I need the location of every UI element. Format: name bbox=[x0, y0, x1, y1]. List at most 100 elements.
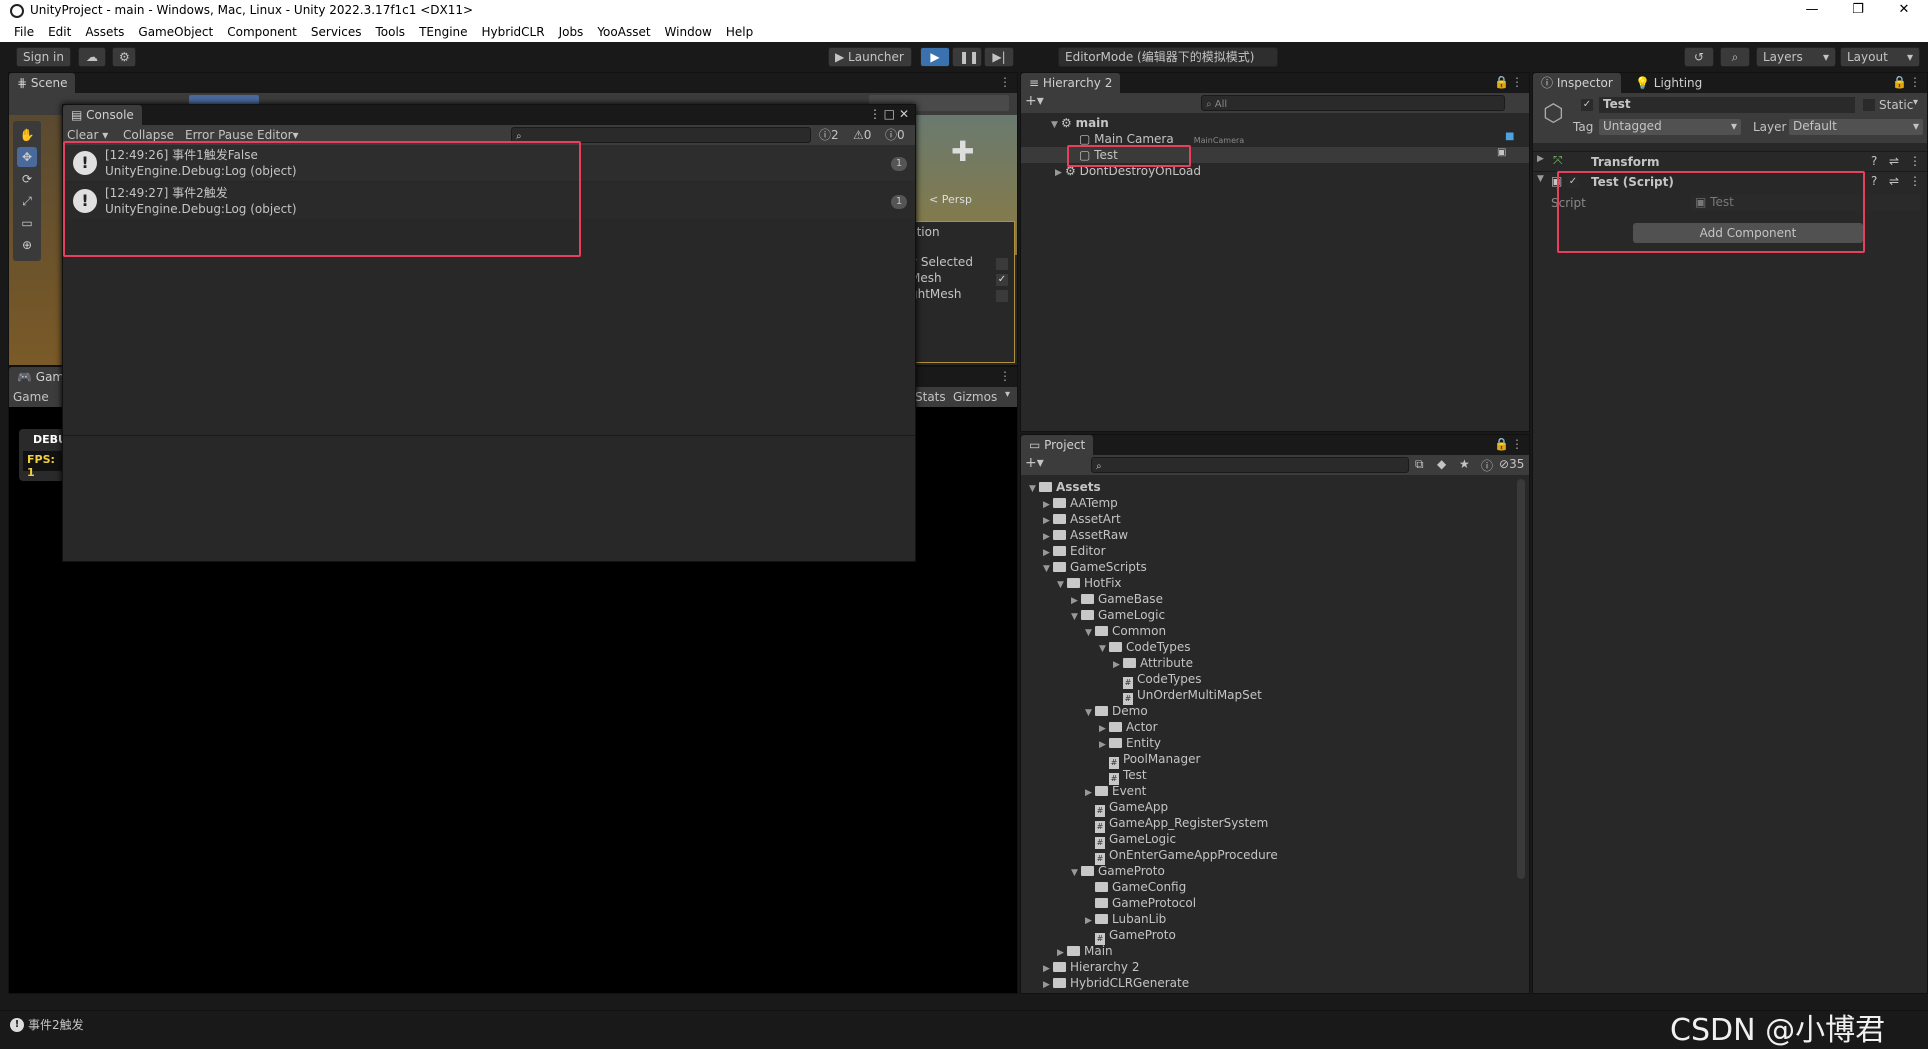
overlay-checkbox[interactable] bbox=[996, 290, 1008, 302]
gizmos-button[interactable]: Gizmos bbox=[953, 389, 997, 405]
project-tree-item[interactable]: # PoolManager bbox=[1099, 751, 1200, 769]
game-display-label[interactable]: Game bbox=[13, 389, 49, 405]
help-icon[interactable]: ? bbox=[1871, 174, 1877, 188]
add-icon[interactable]: +▾ bbox=[1025, 93, 1044, 109]
expand-arrow-icon[interactable]: ▼ bbox=[1537, 174, 1547, 184]
expand-arrow-icon[interactable]: ▶ bbox=[1537, 154, 1547, 164]
project-tree-item[interactable]: ▶ AATemp bbox=[1043, 495, 1118, 511]
project-tree-item[interactable]: ▶ Attribute bbox=[1113, 655, 1193, 671]
object-name-field[interactable]: Test bbox=[1599, 97, 1855, 113]
more-icon[interactable]: ⋮ bbox=[1511, 75, 1523, 89]
maximize-icon[interactable]: □ bbox=[884, 107, 895, 121]
filter-type-icon[interactable]: ⧉ bbox=[1415, 457, 1424, 472]
project-tree-item[interactable]: ▼ GameScripts bbox=[1043, 559, 1147, 575]
cloud-icon[interactable]: ☁ bbox=[78, 47, 106, 67]
chevron-down-icon[interactable]: ▾ bbox=[1005, 389, 1010, 400]
project-tree-item[interactable]: ▶ Actor bbox=[1099, 719, 1158, 735]
lock-icon[interactable]: 🔒 bbox=[1892, 75, 1907, 89]
menu-gameobject[interactable]: GameObject bbox=[138, 25, 213, 39]
lock-icon[interactable]: 🔒 bbox=[1494, 75, 1509, 89]
project-tree-item[interactable]: ▼ Common bbox=[1085, 623, 1166, 639]
layout-dropdown[interactable]: Layout ▾ bbox=[1840, 47, 1920, 67]
history-icon[interactable]: ↺ bbox=[1684, 47, 1714, 67]
tab-scene[interactable]: ⋕ Scene bbox=[9, 73, 76, 93]
project-tree-item[interactable]: # OnEnterGameAppProcedure bbox=[1085, 847, 1278, 865]
menu-assets[interactable]: Assets bbox=[85, 25, 124, 39]
overlay-checkbox-checked[interactable]: ✓ bbox=[996, 274, 1008, 286]
tab-console[interactable]: ▤ Console bbox=[63, 105, 142, 125]
project-tree-item[interactable]: ▼ HotFix bbox=[1057, 575, 1122, 591]
preset-icon[interactable]: ⇌ bbox=[1889, 154, 1899, 168]
project-tree-item[interactable]: # GameLogic bbox=[1085, 831, 1176, 849]
expand-arrow-icon[interactable]: ▼ bbox=[1071, 865, 1081, 881]
overlay-checkbox[interactable] bbox=[996, 258, 1008, 270]
menu-file[interactable]: File bbox=[14, 25, 34, 39]
menu-component[interactable]: Component bbox=[227, 25, 297, 39]
menu-window[interactable]: Window bbox=[665, 25, 712, 39]
tab-inspector[interactable]: ⓘ Inspector bbox=[1533, 73, 1621, 93]
project-tree-item[interactable]: ▼ Assets bbox=[1029, 479, 1101, 495]
menu-tengine[interactable]: TEngine bbox=[419, 25, 467, 39]
menu-jobs[interactable]: Jobs bbox=[559, 25, 584, 39]
static-checkbox[interactable] bbox=[1863, 99, 1875, 111]
rotate-tool-icon[interactable]: ⟳ bbox=[17, 169, 37, 189]
menu-yooasset[interactable]: YooAsset bbox=[597, 25, 650, 39]
favorite-icon[interactable]: ★ bbox=[1459, 457, 1470, 471]
search-icon[interactable]: ⌕ bbox=[1720, 47, 1750, 67]
expand-arrow-icon[interactable]: ▼ bbox=[1057, 577, 1067, 593]
launcher-button[interactable]: ▶ Launcher bbox=[828, 47, 912, 67]
chevron-down-icon[interactable]: ▾ bbox=[1913, 97, 1918, 108]
project-tree-item[interactable]: ▶ GameBase bbox=[1071, 591, 1163, 607]
tag-dropdown[interactable]: Untagged ▾ bbox=[1599, 119, 1741, 135]
project-tree-item[interactable]: # GameApp_RegisterSystem bbox=[1085, 815, 1268, 833]
collab-icon[interactable]: ⚙ bbox=[112, 47, 136, 67]
more-icon[interactable]: ⋮ bbox=[1909, 75, 1921, 89]
rect-tool-icon[interactable]: ▭ bbox=[17, 213, 37, 233]
more-icon[interactable]: ⋮ bbox=[999, 75, 1011, 89]
close-window-button[interactable]: ✕ bbox=[1892, 2, 1916, 17]
project-tree-item[interactable]: ▶ Editor bbox=[1043, 543, 1106, 559]
project-tree-item[interactable]: ▶ HybridCLRGenerate bbox=[1043, 975, 1189, 991]
project-tree-item[interactable]: # GameProto bbox=[1085, 927, 1176, 945]
error-count-toggle[interactable]: ⓘ0 bbox=[885, 127, 905, 143]
sign-in-button[interactable]: Sign in bbox=[16, 47, 71, 67]
expand-arrow-icon[interactable]: ▼ bbox=[1071, 609, 1081, 625]
add-icon[interactable]: +▾ bbox=[1025, 455, 1044, 471]
more-icon[interactable]: ⋮ bbox=[1511, 437, 1523, 451]
move-tool-icon[interactable]: ✥ bbox=[17, 147, 37, 167]
help-icon[interactable]: ? bbox=[1871, 154, 1877, 168]
scale-tool-icon[interactable]: ⤢ bbox=[17, 191, 37, 211]
project-tree-item[interactable]: ▶ Hierarchy 2 bbox=[1043, 959, 1139, 975]
editor-mode-dropdown[interactable]: EditorMode (编辑器下的模拟模式) bbox=[1058, 47, 1278, 67]
transform-tool-icon[interactable]: ⊕ bbox=[17, 235, 37, 255]
filter-label-icon[interactable]: ◆ bbox=[1437, 457, 1446, 471]
hidden-count[interactable]: ⊘35 bbox=[1499, 457, 1524, 471]
layers-dropdown[interactable]: Layers ▾ bbox=[1756, 47, 1836, 67]
menu-edit[interactable]: Edit bbox=[48, 25, 71, 39]
project-tree-item[interactable]: GameProtocol bbox=[1085, 895, 1196, 911]
project-tree-item[interactable]: ▼ CodeTypes bbox=[1099, 639, 1191, 655]
tab-lighting[interactable]: 💡 Lighting bbox=[1627, 73, 1711, 93]
more-icon[interactable]: ⋮ bbox=[999, 369, 1011, 383]
project-tree-item[interactable]: ▶ AssetArt bbox=[1043, 511, 1121, 527]
project-tree-item[interactable]: # UnOrderMultiMapSet bbox=[1113, 687, 1262, 705]
menu-services[interactable]: Services bbox=[311, 25, 362, 39]
expand-arrow-icon[interactable]: ▶ bbox=[1055, 165, 1065, 181]
layer-dropdown[interactable]: Default ▾ bbox=[1789, 119, 1923, 135]
project-tree-item[interactable]: # Test bbox=[1099, 767, 1147, 785]
project-tree-item[interactable]: ▼ Demo bbox=[1085, 703, 1148, 719]
tab-project[interactable]: ▭ Project bbox=[1021, 435, 1094, 455]
stats-button[interactable]: Stats bbox=[915, 389, 946, 405]
log-count-toggle[interactable]: ⓘ2 bbox=[819, 127, 839, 143]
warning-count-toggle[interactable]: ⚠0 bbox=[853, 127, 871, 143]
menu-tools[interactable]: Tools bbox=[376, 25, 406, 39]
project-tree-item[interactable]: ▶ Main bbox=[1057, 943, 1113, 959]
project-tree-item[interactable]: # CodeTypes bbox=[1113, 671, 1202, 689]
project-tree-item[interactable]: # GameApp bbox=[1085, 799, 1168, 817]
maximize-button[interactable]: ❐ bbox=[1846, 2, 1870, 17]
info-icon[interactable]: ⓘ bbox=[1481, 457, 1493, 474]
preset-icon[interactable]: ⇌ bbox=[1889, 174, 1899, 188]
project-tree-item[interactable]: GameConfig bbox=[1085, 879, 1186, 895]
tab-hierarchy[interactable]: ≡ Hierarchy 2 bbox=[1021, 73, 1121, 93]
project-tree-item[interactable]: ▼ GameLogic bbox=[1071, 607, 1165, 623]
